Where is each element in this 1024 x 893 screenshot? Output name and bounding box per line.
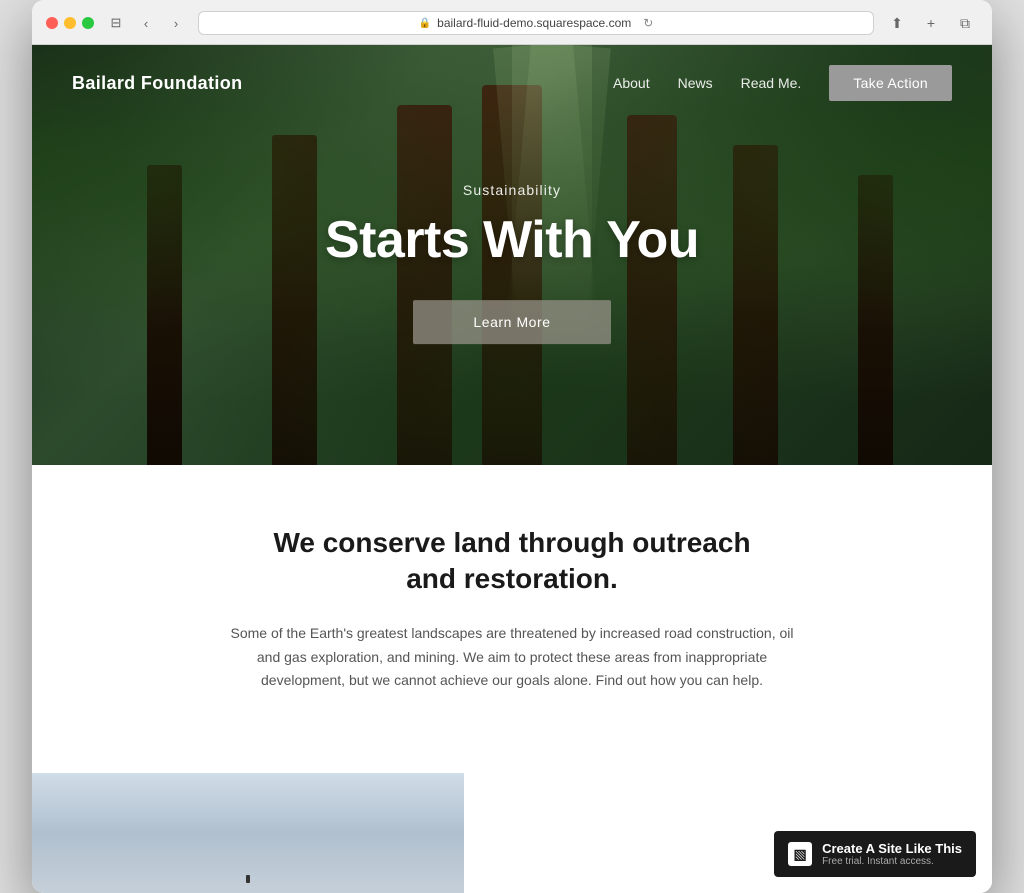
navbar: Bailard Foundation About News Read Me. T… — [32, 45, 992, 121]
website-content: Bailard Foundation About News Read Me. T… — [32, 45, 992, 893]
maximize-button[interactable] — [82, 17, 94, 29]
lock-icon: 🔒 — [419, 18, 431, 29]
share-button[interactable]: ⬆ — [884, 10, 910, 36]
badge-title: Create A Site Like This — [822, 841, 962, 856]
sidebar-toggle[interactable]: ⊟ — [104, 11, 128, 35]
browser-controls: ⊟ ‹ › — [104, 11, 188, 35]
squarespace-logo: ▧ — [788, 842, 812, 866]
content-heading: We conserve land through outreach and re… — [262, 525, 762, 598]
hero-learn-more-button[interactable]: Learn More — [413, 300, 610, 344]
hero-title: Starts With You — [32, 210, 992, 270]
forward-button[interactable]: › — [164, 11, 188, 35]
minimize-button[interactable] — [64, 17, 76, 29]
hero-subtitle: Sustainability — [32, 182, 992, 198]
figure-silhouette — [246, 875, 250, 883]
address-bar[interactable]: 🔒 bailard-fluid-demo.squarespace.com ↻ — [198, 11, 874, 35]
nav-read-me[interactable]: Read Me. — [741, 75, 802, 91]
nav-news[interactable]: News — [678, 75, 713, 91]
back-button[interactable]: ‹ — [134, 11, 158, 35]
browser-actions: ⬆ + ⧉ — [884, 10, 978, 36]
bottom-image-landscape — [32, 773, 464, 893]
content-body: Some of the Earth's greatest landscapes … — [222, 622, 802, 693]
content-section: We conserve land through outreach and re… — [32, 465, 992, 773]
url-text: bailard-fluid-demo.squarespace.com — [437, 16, 631, 30]
refresh-icon[interactable]: ↻ — [643, 16, 653, 30]
nav-about[interactable]: About — [613, 75, 650, 91]
browser-chrome: ⊟ ‹ › 🔒 bailard-fluid-demo.squarespace.c… — [32, 0, 992, 45]
tabs-button[interactable]: ⧉ — [952, 10, 978, 36]
nav-links: About News Read Me. Take Action — [613, 65, 952, 101]
traffic-lights — [46, 17, 94, 29]
hero-content: Sustainability Starts With You Learn Mor… — [32, 182, 992, 344]
squarespace-badge[interactable]: ▧ Create A Site Like This Free trial. In… — [774, 831, 976, 877]
nav-cta-button[interactable]: Take Action — [829, 65, 952, 101]
squarespace-badge-text: Create A Site Like This Free trial. Inst… — [822, 841, 962, 867]
hero-section: Bailard Foundation About News Read Me. T… — [32, 45, 992, 465]
badge-subtitle: Free trial. Instant access. — [822, 856, 962, 867]
bottom-image-section: ▧ Create A Site Like This Free trial. In… — [32, 773, 992, 893]
new-tab-button[interactable]: + — [918, 10, 944, 36]
browser-window: ⊟ ‹ › 🔒 bailard-fluid-demo.squarespace.c… — [32, 0, 992, 893]
close-button[interactable] — [46, 17, 58, 29]
site-logo[interactable]: Bailard Foundation — [72, 73, 242, 94]
